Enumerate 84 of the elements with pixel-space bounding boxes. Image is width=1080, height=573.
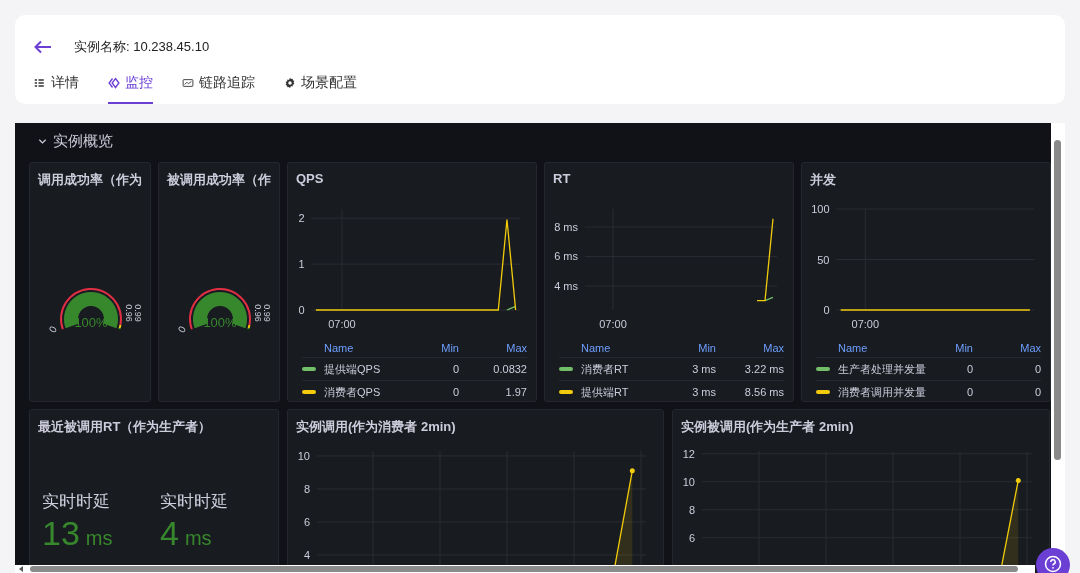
scrollbar-thumb[interactable] [1054, 140, 1061, 460]
y-axis-label: 0 [823, 304, 830, 316]
legend-name[interactable]: 消费者QPS [324, 381, 381, 401]
y-axis-label: 0 [298, 304, 305, 316]
y-axis-label: 8 ms [554, 221, 578, 233]
panel-title: 实例被调用(作为生产者 2min) [680, 418, 855, 436]
settings-icon [284, 77, 296, 89]
legend-header[interactable]: Name [838, 339, 926, 358]
legend-header[interactable]: Name [581, 339, 629, 358]
legend-header[interactable]: Max [716, 339, 784, 358]
stat-value: 4 ms [160, 513, 213, 554]
help-button[interactable] [1036, 548, 1070, 573]
y-axis-label: 50 [817, 253, 830, 266]
legend-value: 0 [973, 358, 1041, 381]
legend-value: 0 [926, 358, 973, 381]
y-axis-label: 6 [303, 515, 310, 528]
gauge-threshold-label: 0.96 [253, 304, 263, 322]
y-axis-label: 8 [303, 482, 310, 495]
y-axis-label: 2 [298, 212, 305, 225]
legend-value: 3 ms [628, 358, 716, 381]
y-axis-label: 6 [688, 531, 695, 544]
stat-label: 实时时延 [160, 491, 229, 513]
gauge-min-label: 0 [46, 324, 60, 335]
horizontal-scrollbar[interactable] [15, 565, 1035, 573]
legend-header[interactable]: Max [973, 339, 1041, 358]
legend-header[interactable]: Min [380, 339, 459, 358]
legend-header[interactable]: Min [628, 339, 716, 358]
legend-value: 3 ms [628, 381, 716, 401]
y-axis-label: 100 [811, 203, 830, 215]
panel-title: 实例调用(作为消费者 2min) [295, 418, 457, 436]
x-axis-label: 07:00 [851, 318, 880, 330]
panel-title: 最近被调用RT（作为生产者） [37, 418, 213, 436]
gauge-threshold-label: 0.96 [124, 304, 134, 322]
y-axis-label: 1 [298, 258, 305, 271]
legend-name[interactable]: 提供端RT [581, 381, 629, 401]
instance-title: 实例名称: 10.238.45.10 [74, 38, 210, 56]
stat-label: 实时时延 [42, 491, 111, 513]
gauge-min-label: 0 [175, 324, 189, 335]
panel-title: RT [552, 170, 572, 188]
legend-name[interactable]: 消费者调用并发量 [838, 381, 926, 401]
list-icon [34, 77, 46, 89]
legend-name[interactable]: 消费者RT [581, 358, 629, 381]
legend-name[interactable]: 生产者处理并发量 [838, 358, 926, 381]
y-axis-label: 6 ms [554, 250, 578, 263]
legend-name[interactable]: 提供端QPS [324, 358, 381, 381]
legend-value: 8.56 ms [716, 381, 784, 401]
data-point [629, 468, 635, 474]
y-axis-label: 4 [303, 548, 310, 561]
scrollbar-thumb[interactable] [30, 566, 1018, 572]
legend-header[interactable]: Name [324, 339, 381, 358]
legend-header[interactable]: Max [459, 339, 527, 358]
stat-value: 13 ms [42, 513, 114, 554]
legend-value: 3.22 ms [716, 358, 784, 381]
chevrons-icon [108, 77, 120, 89]
y-axis-label: 4 ms [554, 279, 578, 292]
legend-value: 1.97 [459, 381, 527, 401]
tab[interactable]: 链路追踪 [182, 74, 255, 104]
data-point [1015, 477, 1021, 483]
y-axis-label: 8 [688, 503, 695, 516]
panel-title: QPS [295, 170, 325, 188]
row-title[interactable]: 实例概览 [53, 131, 113, 151]
y-axis-label: 12 [682, 447, 695, 460]
panel-title: 被调用成功率（作 [165, 171, 272, 189]
x-axis-label: 07:00 [599, 318, 627, 330]
legend-value: 0 [926, 381, 973, 401]
gauge-threshold-label: 0.99 [262, 304, 272, 322]
help-icon [1044, 555, 1062, 573]
y-axis-label: 10 [297, 449, 310, 462]
scroll-left-icon[interactable] [18, 566, 24, 572]
tab[interactable]: 详情 [34, 74, 79, 104]
legend-value: 0.0832 [459, 358, 527, 381]
image-icon [182, 77, 194, 89]
tab[interactable]: 监控 [108, 74, 153, 104]
legend-value: 0 [380, 358, 459, 381]
legend-value: 0 [973, 381, 1041, 401]
y-axis-label: 10 [682, 475, 695, 488]
panel-title: 调用成功率（作为 [36, 171, 143, 189]
gauge-threshold-label: 0.99 [133, 304, 143, 322]
legend-value: 0 [380, 381, 459, 401]
tab[interactable]: 场景配置 [284, 74, 357, 104]
back-arrow-icon[interactable] [34, 40, 52, 54]
legend-header[interactable]: Min [926, 339, 973, 358]
panel-title: 并发 [809, 171, 837, 189]
x-axis-label: 07:00 [328, 318, 356, 330]
